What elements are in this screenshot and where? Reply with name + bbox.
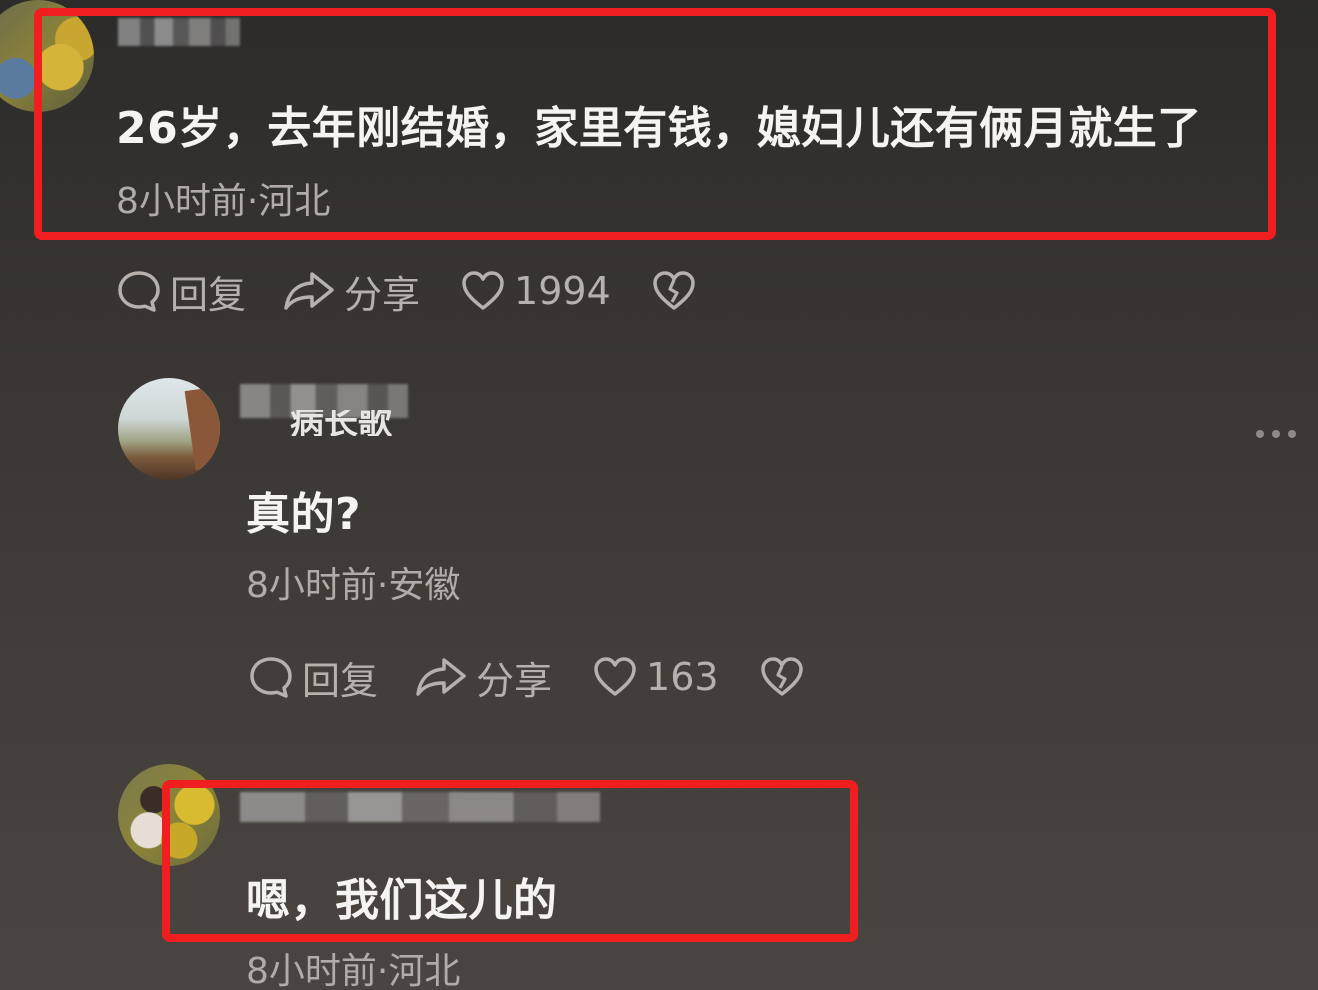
dislike-button[interactable]	[759, 654, 805, 700]
comment-2-actions: 回复 分享 163	[248, 650, 805, 705]
speech-bubble-icon	[250, 657, 292, 698]
avatar-commenter-3[interactable]	[118, 764, 220, 866]
share-button[interactable]: 分享	[282, 264, 420, 319]
reply-button[interactable]: 回复	[116, 264, 246, 319]
like-button[interactable]: 163	[592, 654, 719, 700]
username-blurred-1[interactable]	[118, 18, 240, 46]
comment-2-text: 真的?	[246, 489, 362, 540]
comment-3-text: 嗯，我们这儿的	[246, 875, 558, 926]
avatar-commenter-1[interactable]	[0, 0, 94, 112]
comment-1-actions: 回复 分享 1994	[116, 264, 697, 319]
speech-bubble-icon	[118, 271, 160, 312]
reply-button[interactable]: 回复	[248, 650, 378, 705]
like-count: 1994	[514, 269, 611, 313]
comment-2-meta: 8小时前·安徽	[246, 565, 461, 606]
comment-3-meta: 8小时前·河北	[246, 951, 461, 990]
comment-1-text: 26岁，去年刚结婚，家里有钱，媳妇儿还有俩月就生了	[116, 103, 1202, 154]
broken-heart-icon	[760, 657, 803, 696]
share-arrow-icon	[416, 658, 466, 696]
like-button[interactable]: 1994	[460, 268, 611, 314]
more-options-button[interactable]	[1256, 424, 1296, 444]
share-arrow-icon	[284, 272, 334, 310]
username-visible-fragment: 病长歌	[290, 410, 392, 436]
share-button[interactable]: 分享	[414, 650, 552, 705]
avatar-commenter-2[interactable]	[118, 378, 220, 480]
reply-label: 回复	[302, 658, 379, 703]
more-dots-icon	[1256, 430, 1264, 438]
broken-heart-icon	[653, 271, 695, 310]
share-label: 分享	[344, 272, 421, 317]
reply-label: 回复	[170, 272, 247, 317]
heart-icon	[594, 657, 636, 696]
comment-1-meta: 8小时前·河北	[116, 181, 331, 222]
dislike-button[interactable]	[651, 268, 697, 314]
heart-icon	[462, 271, 504, 310]
username-blurred-3[interactable]	[240, 792, 600, 822]
share-label: 分享	[476, 658, 553, 703]
like-count: 163	[646, 655, 719, 699]
